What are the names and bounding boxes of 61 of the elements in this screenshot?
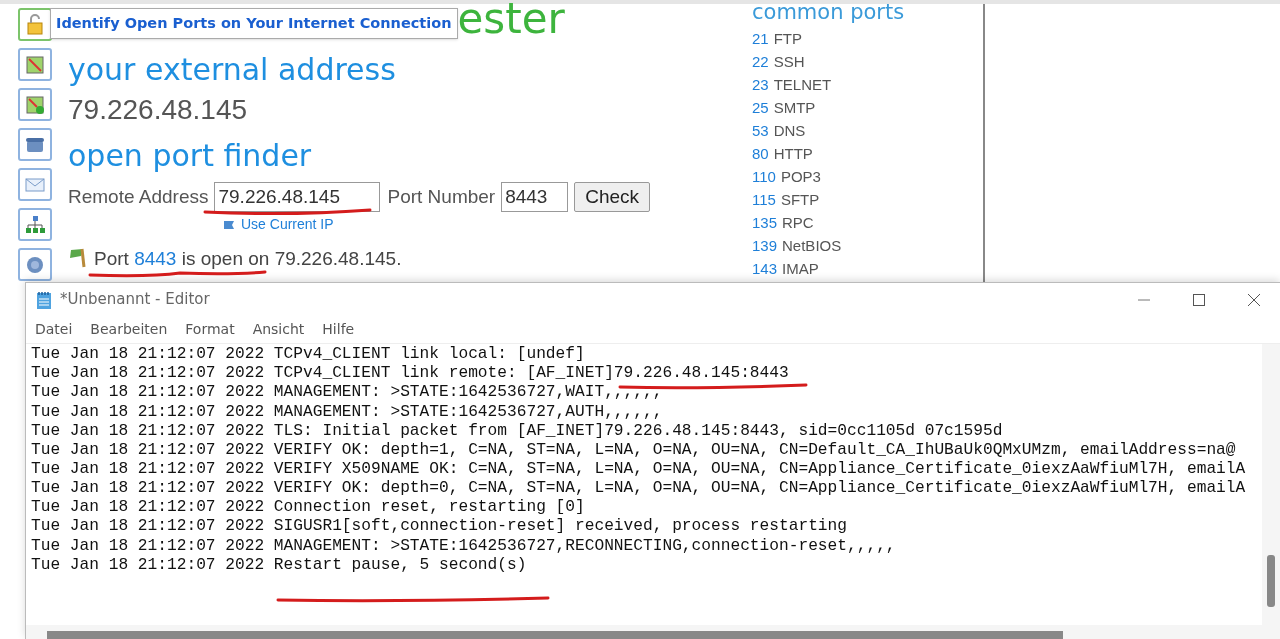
- port-name: SMTP: [773, 98, 816, 119]
- menu-item[interactable]: Ansicht: [252, 319, 305, 340]
- use-current-ip-link[interactable]: Use Current IP: [241, 214, 334, 235]
- port-number-link[interactable]: 139: [752, 235, 778, 258]
- port-name: RPC: [782, 213, 814, 234]
- log-line: Tue Jan 18 21:12:07 2022 SIGUSR1[soft,connection-reset] received, process restarting: [31, 518, 847, 536]
- maximize-icon[interactable]: [1191, 291, 1207, 308]
- log-line: Tue Jan 18 21:12:07 2022 TCPv4_CLIENT link local: [undef]: [31, 346, 585, 364]
- scrollbar-thumb[interactable]: [47, 631, 1063, 639]
- port-number-link[interactable]: 115: [752, 189, 776, 212]
- log-line: Tue Jan 18 21:12:07 2022 VERIFY OK: depth=1, C=NA, ST=NA, L=NA, O=NA, OU=NA, CN=Default_CA_IhUBaUk0QMxUMzm, emailAddress=na@: [31, 441, 1236, 459]
- port-number-link[interactable]: 53: [752, 120, 769, 143]
- section-heading: open port finder: [68, 137, 312, 175]
- log-line: Tue Jan 18 21:12:07 2022 TCPv4_CLIENT link remote: [AF_INET]79.226.48.145:8443: [31, 365, 789, 383]
- flag-icon: [68, 247, 88, 269]
- log-line: Tue Jan 18 21:12:07 2022 VERIFY OK: depth=0, C=NA, ST=NA, L=NA, O=NA, OU=NA, CN=Appliance_Certificate_0iexzAaWfiuMl7H, emailA: [31, 480, 1246, 498]
- close-icon[interactable]: [1246, 291, 1262, 308]
- port-number-link[interactable]: 21: [752, 28, 769, 51]
- check-button[interactable]: Check: [574, 182, 651, 212]
- port-name: FTP: [773, 29, 803, 50]
- log-line: Tue Jan 18 21:12:07 2022 MANAGEMENT: >STATE:1642536727,WAIT,,,,,,: [31, 384, 663, 402]
- port-number-link[interactable]: 25: [752, 97, 769, 120]
- port-name: SSH: [773, 52, 805, 73]
- sidebar-heading: common ports: [752, 0, 905, 24]
- port-name: DNS: [773, 121, 806, 142]
- window-title: *Unbenannt - Editor: [60, 289, 211, 311]
- menu-item[interactable]: Datei: [35, 319, 73, 340]
- field-label: Port Number: [387, 184, 496, 209]
- log-line: Tue Jan 18 21:12:07 2022 MANAGEMENT: >STATE:1642536727,RECONNECTING,connection-reset,,,,,: [31, 537, 896, 555]
- field-label: Remote Address: [68, 184, 209, 209]
- log-line: Tue Jan 18 21:12:07 2022 MANAGEMENT: >STATE:1642536727,AUTH,,,,,,: [31, 403, 663, 421]
- flag-icon: [223, 219, 237, 230]
- remote-address-field[interactable]: 79.226.48.145: [214, 182, 381, 212]
- port-link[interactable]: 8443: [134, 247, 177, 269]
- scrollbar-thumb[interactable]: [1267, 555, 1275, 607]
- menu-item[interactable]: Format: [185, 319, 235, 340]
- port-number-link[interactable]: 135: [752, 212, 778, 235]
- port-name: POP3: [780, 167, 821, 188]
- menu-item[interactable]: Hilfe: [322, 319, 355, 340]
- port-name: NetBIOS: [782, 236, 842, 257]
- ip-address: 79.226.48.145: [68, 93, 248, 127]
- port-name: IMAP: [782, 259, 819, 280]
- log-line: Tue Jan 18 21:12:07 2022 Connection reset, restarting [0]: [31, 499, 585, 517]
- port-name: SFTP: [780, 190, 820, 211]
- section-heading: your external address: [68, 51, 396, 89]
- port-number-field[interactable]: 8443: [501, 182, 569, 212]
- port-number-link[interactable]: 80: [752, 143, 769, 166]
- result-text: Port 8443 is open on 79.226.48.145.: [94, 248, 402, 268]
- log-line: Tue Jan 18 21:12:07 2022 VERIFY X509NAME OK: C=NA, ST=NA, L=NA, O=NA, OU=NA, CN=Appliance_Certificate_0iexzAaWfiuMl7H, emailA: [31, 461, 1246, 478]
- port-number-link[interactable]: 22: [752, 51, 769, 74]
- page-title: ester: [457, 0, 565, 40]
- port-number-link[interactable]: 23: [752, 74, 769, 97]
- port-name: TELNET: [773, 75, 832, 96]
- notepad-icon: [36, 289, 52, 310]
- log-line: Tue Jan 18 21:12:07 2022 TLS: Initial packet from [AF_INET]79.226.48.145:8443, sid=0cc1105d 07c1595d: [31, 422, 1003, 440]
- log-line: Tue Jan 18 21:12:07 2022 Restart pause, 5 second(s): [31, 556, 527, 574]
- menu-item[interactable]: Bearbeiten: [90, 319, 168, 340]
- port-number-link[interactable]: 143: [752, 258, 778, 281]
- port-number-link[interactable]: 110: [752, 166, 776, 189]
- port-name: HTTP: [773, 144, 813, 165]
- tooltip: Identify Open Ports on Your Internet Connection: [50, 8, 458, 39]
